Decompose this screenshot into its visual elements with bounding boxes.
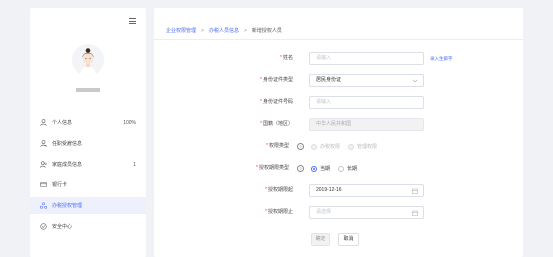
id-number-input[interactable]: 请输入 bbox=[309, 96, 424, 109]
form-row-nationality: *国籍（地区） 中华人民共和国 bbox=[154, 118, 523, 131]
breadcrumb-current: 新增授权人员 bbox=[251, 28, 282, 34]
field-label: 身份证件类型 bbox=[262, 77, 293, 83]
start-date-value: 2019-12-16 bbox=[316, 187, 342, 193]
end-date-picker[interactable]: 请选择 bbox=[309, 206, 424, 219]
field-label: 授权期限止 bbox=[267, 209, 293, 215]
field-label: 国籍（地区） bbox=[262, 121, 293, 127]
breadcrumb: 企业权限管理 > 办税人员信息 > 新增授权人员 bbox=[166, 27, 282, 35]
radio-icon bbox=[311, 165, 317, 172]
auth-type-radio-group: 办税权限 管理权限 bbox=[311, 140, 385, 153]
sidebar-item-employment-info[interactable]: 任职受雇信息 bbox=[30, 135, 146, 152]
radio-icon bbox=[311, 143, 317, 150]
field-label: 授权期限类型 bbox=[258, 165, 289, 171]
sidebar-item-label: 办税授权管理 bbox=[52, 203, 83, 209]
period-type-radio-group: 当期 长期 bbox=[311, 162, 365, 175]
sidebar-item-personal-info[interactable]: 个人信息 100% bbox=[30, 114, 146, 131]
sidebar-item-count: 1 bbox=[133, 161, 136, 168]
sidebar-item-count: 100% bbox=[123, 119, 136, 126]
form-row-id-type: *身份证件类型 居民身份证 bbox=[154, 74, 523, 87]
sidebar-item-tax-authorization[interactable]: 办税授权管理 bbox=[30, 197, 146, 214]
username-masked bbox=[76, 88, 100, 92]
auth-type-option-tax: 办税权限 bbox=[311, 143, 340, 150]
field-label: 身份证件号码 bbox=[262, 99, 293, 105]
required-mark: * bbox=[260, 77, 262, 83]
authorization-icon bbox=[39, 202, 47, 210]
form-row-end-date: *授权期限止 请选择 bbox=[154, 206, 523, 219]
breadcrumb-separator-icon: > bbox=[201, 27, 204, 34]
radio-icon bbox=[348, 143, 355, 150]
sidebar-item-security-center[interactable]: 安全中心 bbox=[30, 218, 146, 235]
required-mark: * bbox=[256, 165, 258, 171]
name-input[interactable]: 请输入 bbox=[309, 52, 424, 65]
chevron-down-icon bbox=[412, 78, 418, 84]
cancel-button[interactable]: 取消 bbox=[338, 233, 359, 246]
form-row-auth-type: *权限类型 ? 办税权限 管理权限 bbox=[154, 140, 523, 153]
nationality-input: 中华人民共和国 bbox=[309, 118, 424, 131]
field-label: 权限类型 bbox=[268, 143, 289, 149]
calendar-icon bbox=[412, 210, 418, 216]
form-row-start-date: *授权期限起 2019-12-16 bbox=[154, 184, 523, 197]
help-icon[interactable]: ? bbox=[297, 143, 304, 150]
breadcrumb-separator-icon: > bbox=[243, 27, 247, 34]
period-type-option-current[interactable]: 当期 bbox=[311, 165, 330, 172]
required-mark: * bbox=[266, 143, 268, 149]
sidebar: 个人信息 100% 任职受雇信息 家庭成员信息 1 银行卡 办税授权管理 安全中… bbox=[30, 8, 146, 257]
sidebar-item-bank-card[interactable]: 银行卡 bbox=[30, 176, 146, 193]
breadcrumb-item[interactable]: 办税人员信息 bbox=[209, 27, 239, 34]
form-actions: 确定 取消 bbox=[154, 233, 523, 246]
field-label: 授权期限起 bbox=[267, 187, 293, 193]
radio-icon bbox=[338, 165, 345, 172]
sidebar-item-label: 银行卡 bbox=[52, 182, 68, 188]
id-type-select[interactable]: 居民身份证 bbox=[309, 74, 424, 87]
form-row-name: *姓名 请输入 录入生僻字 bbox=[154, 52, 523, 65]
help-icon[interactable]: ? bbox=[297, 165, 304, 172]
period-type-option-long[interactable]: 长期 bbox=[338, 165, 357, 172]
form-row-id-number: *身份证件号码 请输入 bbox=[154, 96, 523, 109]
form-row-period-type: *授权期限类型 ? 当期 长期 bbox=[154, 162, 523, 175]
sidebar-item-label: 安全中心 bbox=[52, 224, 73, 230]
field-label: 姓名 bbox=[282, 55, 293, 61]
add-rare-character-link[interactable]: 录入生僻字 bbox=[430, 52, 453, 65]
id-type-value: 居民身份证 bbox=[316, 77, 342, 83]
breadcrumb-item[interactable]: 企业权限管理 bbox=[166, 27, 196, 34]
user-icon bbox=[39, 119, 47, 127]
end-date-placeholder: 请选择 bbox=[316, 209, 332, 215]
required-mark: * bbox=[265, 209, 267, 215]
avatar bbox=[72, 44, 104, 76]
family-icon bbox=[39, 161, 47, 169]
bank-card-icon bbox=[39, 181, 47, 189]
sidebar-item-family-info[interactable]: 家庭成员信息 1 bbox=[30, 156, 146, 173]
user-role-icon bbox=[39, 140, 47, 148]
sidebar-item-label: 家庭成员信息 bbox=[52, 162, 83, 168]
main-panel: 企业权限管理 > 办税人员信息 > 新增授权人员 *姓名 请输入 录入生僻字 *… bbox=[154, 8, 523, 257]
required-mark: * bbox=[265, 187, 267, 193]
calendar-icon bbox=[412, 188, 418, 194]
menu-icon[interactable] bbox=[129, 18, 136, 25]
confirm-button[interactable]: 确定 bbox=[311, 233, 330, 246]
start-date-picker[interactable]: 2019-12-16 bbox=[309, 184, 424, 197]
divider bbox=[154, 39, 523, 40]
sidebar-item-label: 任职受雇信息 bbox=[52, 141, 83, 147]
auth-type-option-manage: 管理权限 bbox=[348, 143, 377, 150]
required-mark: * bbox=[260, 121, 262, 127]
required-mark: * bbox=[280, 55, 282, 61]
required-mark: * bbox=[260, 99, 262, 105]
security-icon bbox=[39, 223, 47, 231]
